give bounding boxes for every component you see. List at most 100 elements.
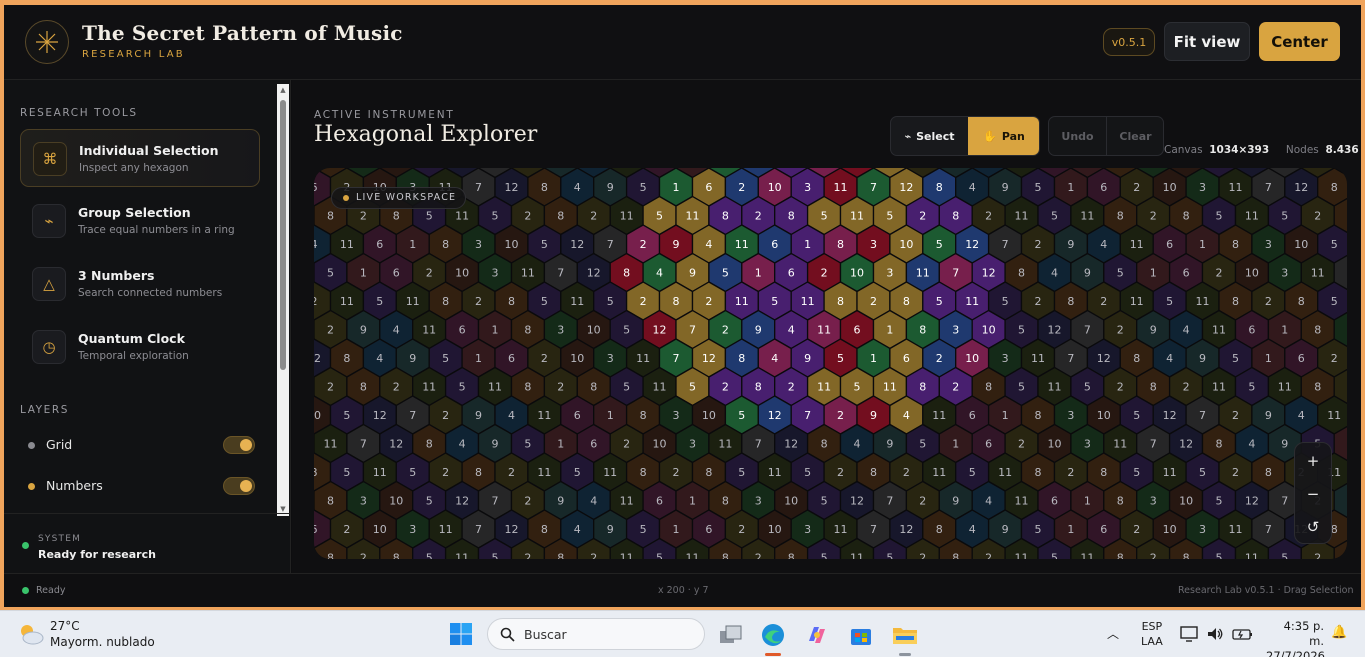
hex-number: 8 [705,466,712,479]
file-explorer-icon[interactable] [890,620,920,650]
hex-number: 11 [1080,210,1094,223]
edge-browser-icon[interactable] [758,620,788,650]
hex-number: 2 [360,552,367,560]
store-icon[interactable] [846,620,876,650]
hex-grid[interactable]: 1831051272941161831051272941161831051272… [314,168,1347,559]
zoom-out-button[interactable]: − [1295,477,1331,510]
hex-number: 8 [936,181,943,194]
hex-number: 12 [899,181,913,194]
hex-number: 8 [1298,295,1305,308]
hex-canvas[interactable]: 1831051272941161831051272941161831051272… [314,168,1347,559]
hex-number: 7 [804,409,811,422]
hex-number: 2 [738,523,745,536]
tool-3-numbers[interactable]: △ 3 Numbers Search connected numbers [20,255,260,313]
hex-number: 2 [903,466,910,479]
battery-icon[interactable] [1232,626,1254,642]
triangle-icon: △ [32,267,66,301]
weather-description[interactable]: Mayorm. nublado [50,635,155,649]
volume-icon[interactable] [1206,626,1224,642]
notification-bell-icon[interactable]: 🔔 [1331,625,1347,640]
hex-number: 9 [360,324,367,337]
numbers-toggle[interactable] [223,477,255,495]
language-indicator[interactable]: ESP LAA [1141,619,1163,649]
sidebar-scrollbar[interactable]: ▲ ▼ [277,84,289,516]
hex-number: 3 [1067,409,1074,422]
hex-number: 5 [886,552,893,560]
hex-number: 3 [475,238,482,251]
pan-mode-button[interactable]: ✋ Pan [968,117,1039,155]
hex-number: 2 [475,295,482,308]
hex-number: 11 [932,409,946,422]
hex-number: 8 [1067,295,1074,308]
hex-number: 10 [768,181,782,194]
hex-number: 8 [1100,466,1107,479]
chevron-up-icon[interactable]: ︿ [1107,625,1119,642]
scroll-thumb[interactable] [280,100,286,370]
hex-number: 10 [653,438,667,451]
hex-number: 11 [521,267,535,280]
hand-icon: ✋ [983,129,997,143]
hex-number: 10 [982,324,996,337]
hex-number: 2 [1232,466,1239,479]
hex-number: 9 [1199,352,1206,365]
zoom-in-button[interactable]: + [1295,444,1331,477]
hex-number: 5 [1117,267,1124,280]
hex-number: 5 [1232,352,1239,365]
hex-number: 10 [587,324,601,337]
undo-button[interactable]: Undo [1049,117,1107,155]
hex-number: 2 [1117,381,1124,394]
reset-view-button[interactable]: ↺ [1295,510,1331,543]
hex-number: 8 [640,466,647,479]
fit-view-button[interactable]: Fit view [1164,22,1250,61]
task-view-icon[interactable] [716,620,746,650]
hex-number: 5 [804,466,811,479]
select-mode-button[interactable]: ⌁ Select [891,117,968,155]
live-workspace-label: LIVE WORKSPACE [356,192,457,203]
hex-number: 1 [673,523,680,536]
hex-number: 7 [673,352,680,365]
layers-title: LAYERS [20,404,70,416]
hex-number: 8 [1183,552,1190,560]
hex-number: 2 [722,324,729,337]
tool-group-selection[interactable]: ⌁ Group Selection Trace equal numbers in… [20,192,260,250]
hex-number: 2 [1314,552,1321,560]
hex-number: 2 [837,466,844,479]
clock-date: 27/7/2026 [1266,649,1325,657]
hex-number: 8 [919,381,926,394]
hex-number: 5 [936,238,943,251]
hex-number: 1 [557,438,564,451]
hex-number: 7 [1084,324,1091,337]
scroll-down-icon[interactable]: ▼ [279,505,287,513]
hex-number: 8 [557,552,564,560]
display-icon[interactable] [1180,626,1198,642]
grid-toggle[interactable] [223,436,255,454]
hex-number: 11 [537,409,551,422]
copilot-icon[interactable] [802,620,832,650]
cloud-sun-icon[interactable] [17,622,45,646]
hex-number: 8 [1232,295,1239,308]
windows-start-icon[interactable] [449,622,473,646]
sidebar-scroll-area[interactable]: RESEARCH TOOLS ⌘ Individual Selection In… [4,80,276,513]
hex-number: 12 [373,409,387,422]
clear-button[interactable]: Clear [1107,117,1164,155]
tool-quantum-clock[interactable]: ◷ Quantum Clock Temporal exploration [20,318,260,376]
system-clock[interactable]: 4:35 p. m. 27/7/2026 [1266,619,1325,657]
scroll-up-icon[interactable]: ▲ [279,86,287,94]
hex-number: 9 [1150,324,1157,337]
hex-number: 1 [689,495,696,508]
hex-number: 6 [1248,324,1255,337]
hex-number: 4 [1051,267,1058,280]
taskbar-search[interactable]: Buscar [487,618,705,650]
hex-number: 7 [409,409,416,422]
hex-number: 11 [620,552,634,560]
hex-number: 6 [590,438,597,451]
weather-temperature[interactable]: 27°C [50,619,80,633]
hex-number: 11 [817,381,831,394]
tool-individual-selection[interactable]: ⌘ Individual Selection Inspect any hexag… [20,129,260,187]
hex-number: 8 [952,210,959,223]
hex-number: 2 [343,523,350,536]
hex-number: 8 [1018,267,1025,280]
hex-number: 11 [537,466,551,479]
center-button[interactable]: Center [1259,22,1340,61]
hex-number: 12 [653,324,667,337]
